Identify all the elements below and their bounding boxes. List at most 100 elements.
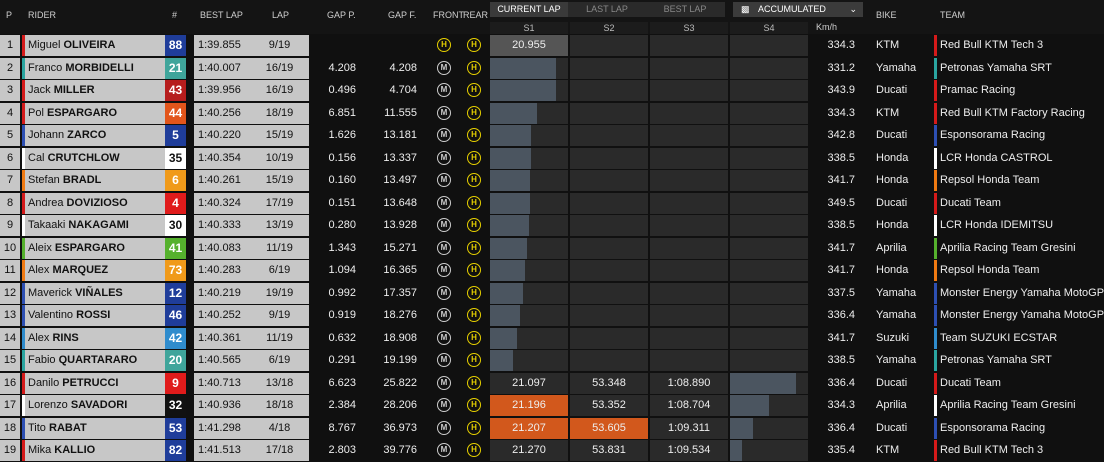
table-row[interactable]: 13 Valentino ROSSI 46 1:40.252 9/19 0.919 18.2… bbox=[0, 305, 1104, 327]
sector-3-cell bbox=[650, 192, 728, 214]
rider-cell: Aleix ESPARGARO bbox=[22, 237, 165, 259]
front-tyre-icon: M bbox=[437, 353, 451, 367]
table-row[interactable]: 7 Stefan BRADL 6 1:40.261 15/19 0.160 13.497 M H… bbox=[0, 170, 1104, 192]
rider-last-name: NAKAGAMI bbox=[68, 219, 129, 231]
rider-number-badge: 41 bbox=[165, 237, 186, 259]
team-cell: Pramac Racing bbox=[934, 80, 1104, 101]
gap-first-cell: 25.822 bbox=[372, 372, 430, 394]
sector-2-cell bbox=[570, 57, 648, 79]
lap-cell: 18/19 bbox=[250, 102, 309, 124]
rear-tyre-icon: H bbox=[467, 353, 481, 367]
rider-first-name: Jack bbox=[28, 84, 51, 96]
rider-first-name: Stefan bbox=[28, 174, 60, 186]
lap-cell: 13/19 bbox=[250, 215, 309, 236]
table-row[interactable]: 16 Danilo PETRUCCI 9 1:40.713 13/18 6.623 25.8… bbox=[0, 372, 1104, 395]
rider-cell: Miguel OLIVEIRA bbox=[22, 35, 165, 56]
team-cell: Red Bull KTM Factory Racing bbox=[934, 102, 1104, 124]
sector-2-cell bbox=[570, 260, 648, 281]
rider-last-name: RABAT bbox=[49, 421, 87, 434]
tab-current-lap[interactable]: CURRENT LAP bbox=[490, 2, 568, 17]
sector-progress-bar bbox=[490, 170, 530, 191]
sector-4-cell bbox=[730, 80, 808, 101]
tab-best-lap[interactable]: BEST LAP bbox=[646, 2, 724, 17]
sector-4-cell bbox=[730, 282, 808, 304]
table-row[interactable]: 5 Johann ZARCO 5 1:40.220 15/19 1.626 13.181 M H… bbox=[0, 125, 1104, 147]
position-cell: 12 bbox=[0, 282, 20, 304]
rider-number-badge: 6 bbox=[165, 170, 186, 191]
sector-time: 53.352 bbox=[592, 399, 626, 411]
sector-progress-bar bbox=[490, 215, 529, 236]
sector-3-cell bbox=[650, 125, 728, 146]
rider-last-name: RINS bbox=[52, 331, 79, 344]
accumulated-dropdown[interactable]: ▩ ACCUMULATED ⌄ bbox=[733, 2, 863, 17]
sector-3-cell bbox=[650, 327, 728, 349]
position-cell: 10 bbox=[0, 237, 20, 259]
gap-first-cell: 36.973 bbox=[372, 417, 430, 439]
table-row[interactable]: 15 Fabio QUARTARARO 20 1:40.565 6/19 0.291 19.… bbox=[0, 350, 1104, 372]
bike-cell: Ducati bbox=[870, 372, 932, 394]
sector-4-cell bbox=[730, 350, 808, 371]
gap-first-cell: 13.181 bbox=[372, 125, 430, 146]
speed-cell: 341.7 bbox=[810, 327, 868, 349]
gap-previous-cell: 6.851 bbox=[311, 102, 370, 124]
table-row[interactable]: 1 Miguel OLIVEIRA 88 1:39.855 9/19 H H 20.955 33… bbox=[0, 35, 1104, 57]
sector-2-cell: 53.348 bbox=[570, 372, 648, 394]
sector-2-cell: 53.605 bbox=[570, 417, 648, 439]
sector-4-cell bbox=[730, 192, 808, 214]
sector-1-cell: 21.207 bbox=[490, 417, 568, 439]
sector-time: 21.207 bbox=[512, 421, 546, 434]
table-row[interactable]: 18 Tito RABAT 53 1:41.298 4/18 8.767 36.973 M H 2… bbox=[0, 417, 1104, 440]
lap-cell: 19/19 bbox=[250, 282, 309, 304]
position-cell: 3 bbox=[0, 80, 20, 101]
table-row[interactable]: 2 Franco MORBIDELLI 21 1:40.007 16/19 4.208 4.… bbox=[0, 57, 1104, 80]
sector-4-cell bbox=[730, 35, 808, 56]
sector-2-cell bbox=[570, 125, 648, 146]
gap-previous-cell: 1.094 bbox=[311, 260, 370, 281]
rear-tyre-icon: H bbox=[467, 375, 481, 390]
table-row[interactable]: 11 Alex MARQUEZ 73 1:40.283 6/19 1.094 16.365 M… bbox=[0, 260, 1104, 282]
tab-last-lap[interactable]: LAST LAP bbox=[568, 2, 646, 17]
sector-progress-bar bbox=[490, 102, 537, 124]
front-tyre-icon: M bbox=[437, 83, 451, 97]
front-tyre-icon: M bbox=[437, 240, 451, 255]
table-row[interactable]: 4 Pol ESPARGARO 44 1:40.256 18/19 6.851 11.555… bbox=[0, 102, 1104, 125]
sector-3-cell bbox=[650, 305, 728, 326]
sector-2-cell bbox=[570, 305, 648, 326]
rider-first-name: Valentino bbox=[28, 309, 74, 321]
rider-number-badge: 30 bbox=[165, 215, 186, 236]
sector-2-cell bbox=[570, 350, 648, 371]
rider-number-badge: 82 bbox=[165, 440, 186, 461]
team-cell: Repsol Honda Team bbox=[934, 170, 1104, 191]
table-row[interactable]: 14 Alex RINS 42 1:40.361 11/19 0.632 18.908 M H 3… bbox=[0, 327, 1104, 350]
sector-1-cell bbox=[490, 282, 568, 304]
sector-progress-bar bbox=[490, 80, 556, 101]
lap-cell: 9/19 bbox=[250, 305, 309, 326]
lap-cell: 16/19 bbox=[250, 57, 309, 79]
bike-cell: Ducati bbox=[870, 125, 932, 146]
table-row[interactable]: 3 Jack MILLER 43 1:39.956 16/19 0.496 4.704 M H 3… bbox=[0, 80, 1104, 102]
position-cell: 7 bbox=[0, 170, 20, 191]
gap-previous-cell: 0.919 bbox=[311, 305, 370, 326]
front-tyre-icon: M bbox=[437, 60, 451, 75]
table-row[interactable]: 10 Aleix ESPARGARO 41 1:40.083 11/19 1.343 15.… bbox=[0, 237, 1104, 260]
table-row[interactable]: 8 Andrea DOVIZIOSO 4 1:40.324 17/19 0.151 13.6… bbox=[0, 192, 1104, 215]
gap-first-cell: 13.337 bbox=[372, 147, 430, 169]
gap-first-cell: 4.208 bbox=[372, 57, 430, 79]
rear-tyre-icon: H bbox=[467, 150, 481, 165]
rider-cell: Cal CRUTCHLOW bbox=[22, 147, 165, 169]
gap-first-cell: 13.497 bbox=[372, 170, 430, 191]
table-row[interactable]: 12 Maverick VIÑALES 12 1:40.219 19/19 0.992 17… bbox=[0, 282, 1104, 305]
table-row[interactable]: 17 Lorenzo SAVADORI 32 1:40.936 18/18 2.384 28… bbox=[0, 395, 1104, 417]
speed-cell: 349.5 bbox=[810, 192, 868, 214]
table-row[interactable]: 6 Cal CRUTCHLOW 35 1:40.354 10/19 0.156 13.337… bbox=[0, 147, 1104, 170]
sector-1-cell bbox=[490, 305, 568, 326]
team-cell: Aprilia Racing Team Gresini bbox=[934, 237, 1104, 259]
team-cell: LCR Honda CASTROL bbox=[934, 147, 1104, 169]
position-cell: 4 bbox=[0, 102, 20, 124]
rider-last-name: QUARTARARO bbox=[58, 354, 138, 366]
table-row[interactable]: 9 Takaaki NAKAGAMI 30 1:40.333 13/19 0.280 13.… bbox=[0, 215, 1104, 237]
header-s2: S2 bbox=[570, 22, 648, 34]
sector-time: 1:09.534 bbox=[667, 444, 711, 456]
gap-first-cell: 18.276 bbox=[372, 305, 430, 326]
front-tyre-icon: M bbox=[437, 173, 451, 187]
